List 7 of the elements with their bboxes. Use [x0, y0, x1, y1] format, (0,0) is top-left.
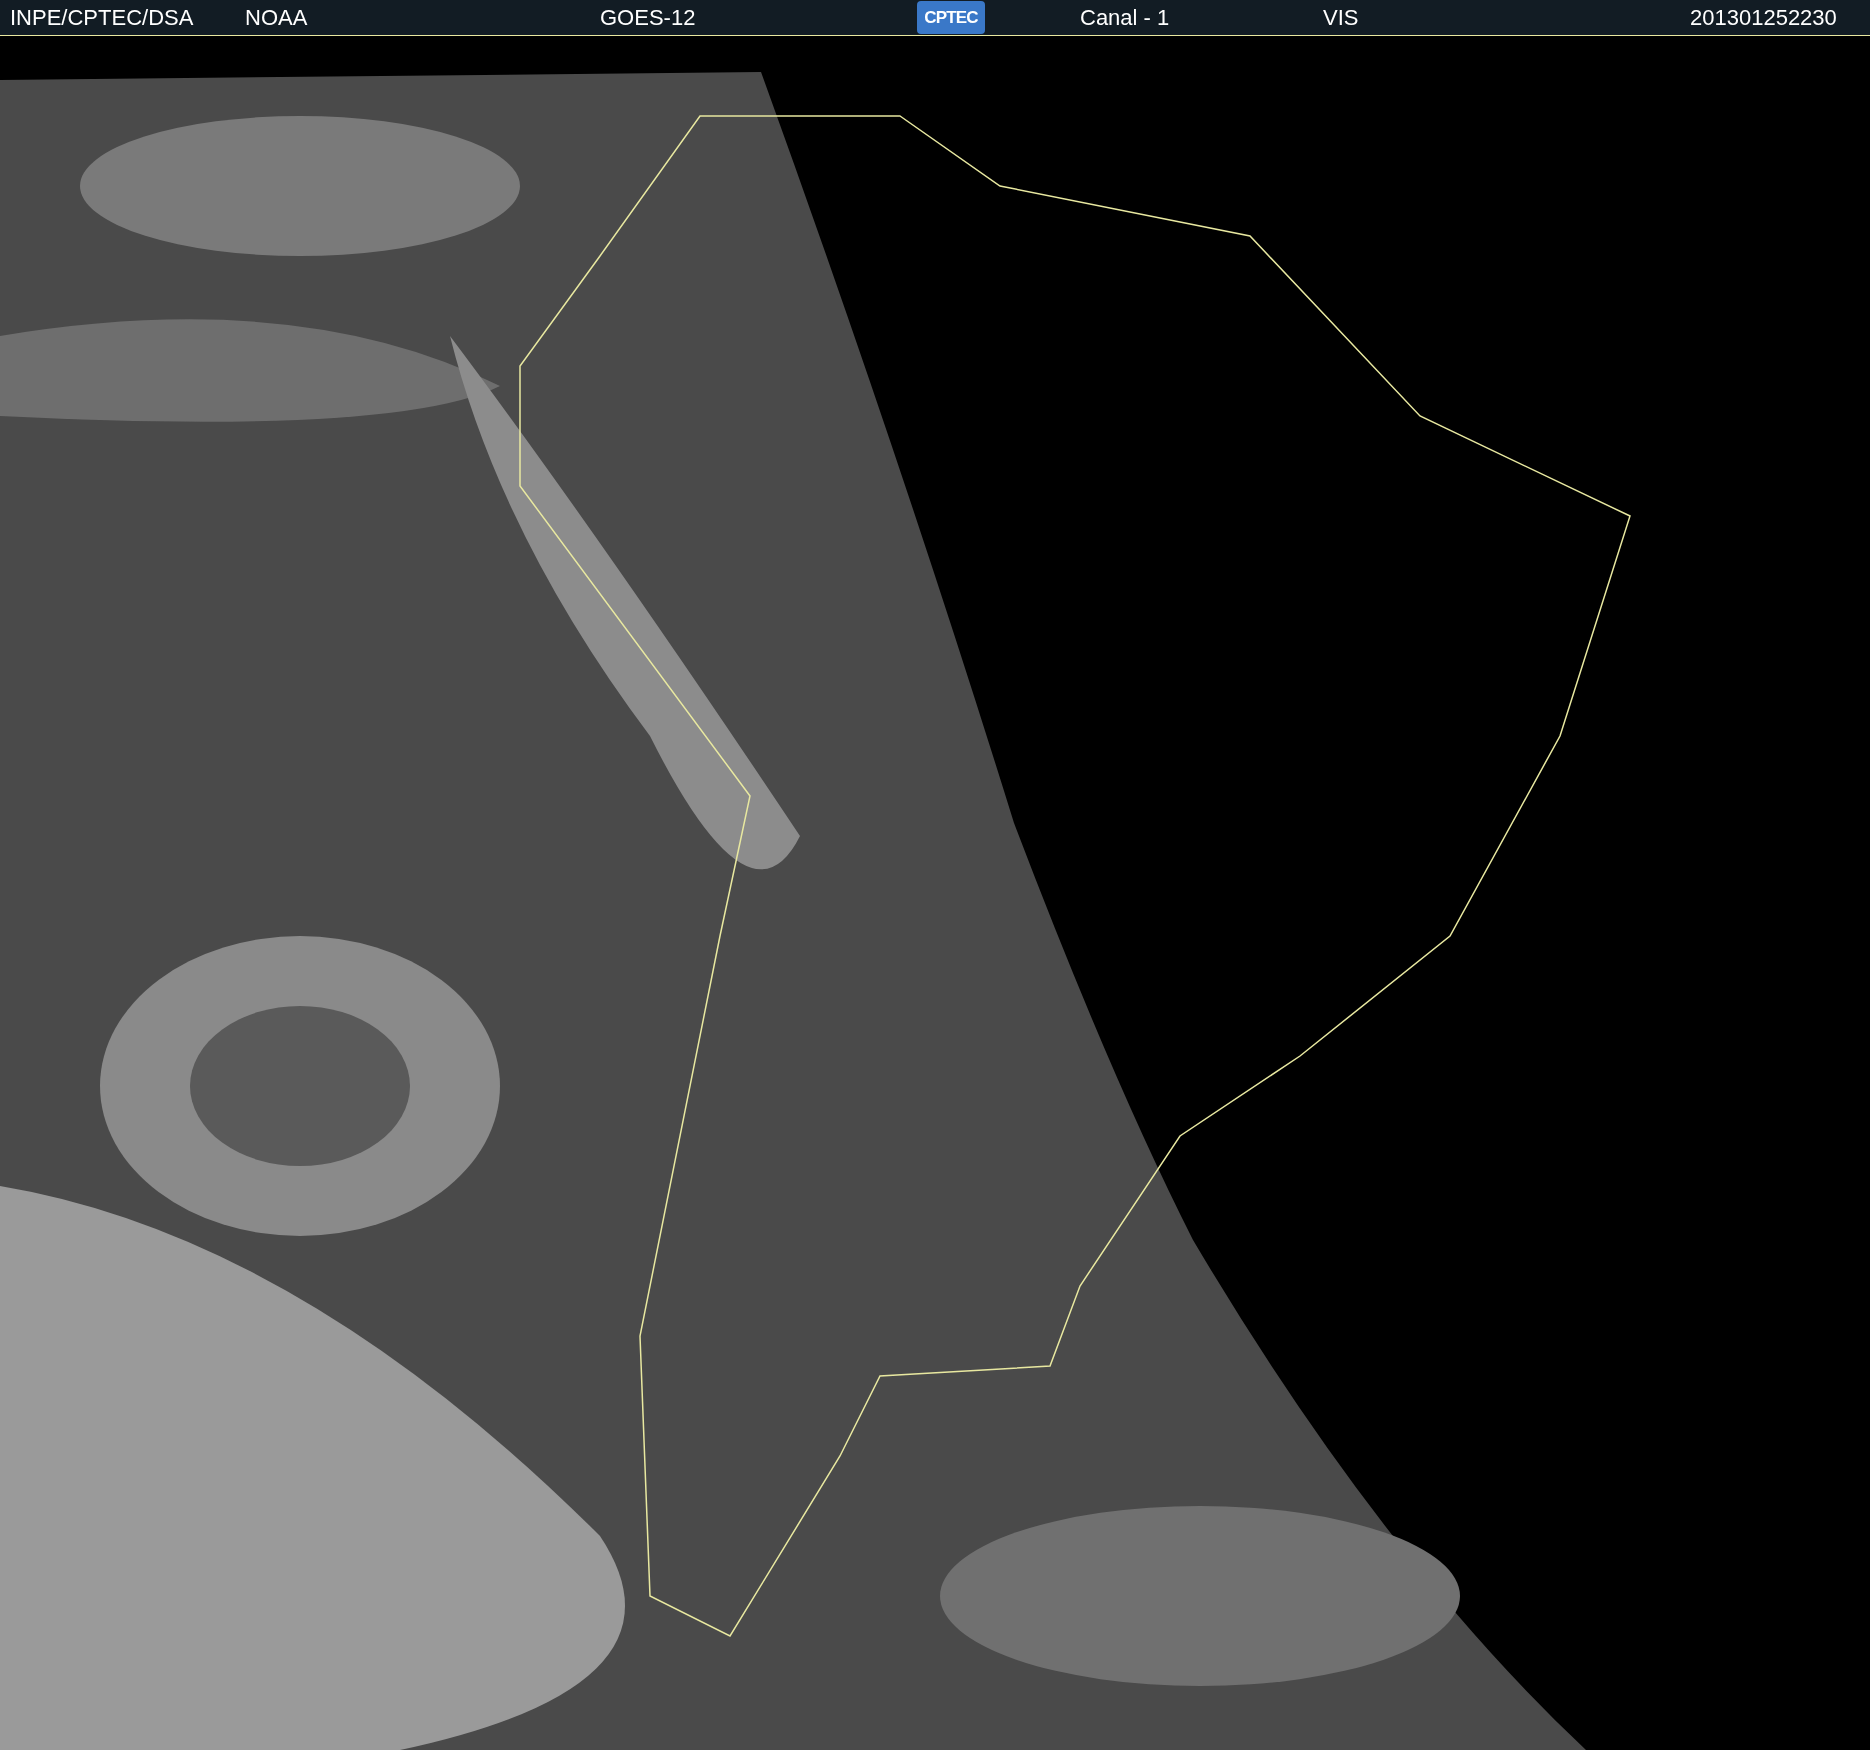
header-label: NOAA — [245, 5, 308, 31]
header-label: INPE/CPTEC/DSA — [10, 5, 194, 31]
logo: CPTEC — [917, 1, 985, 34]
header-label: 201301252230 — [1690, 5, 1837, 31]
header-label: Canal - 1 — [1080, 5, 1170, 31]
header-label: GOES-12 — [600, 5, 696, 31]
header-label: VIS — [1323, 5, 1359, 31]
